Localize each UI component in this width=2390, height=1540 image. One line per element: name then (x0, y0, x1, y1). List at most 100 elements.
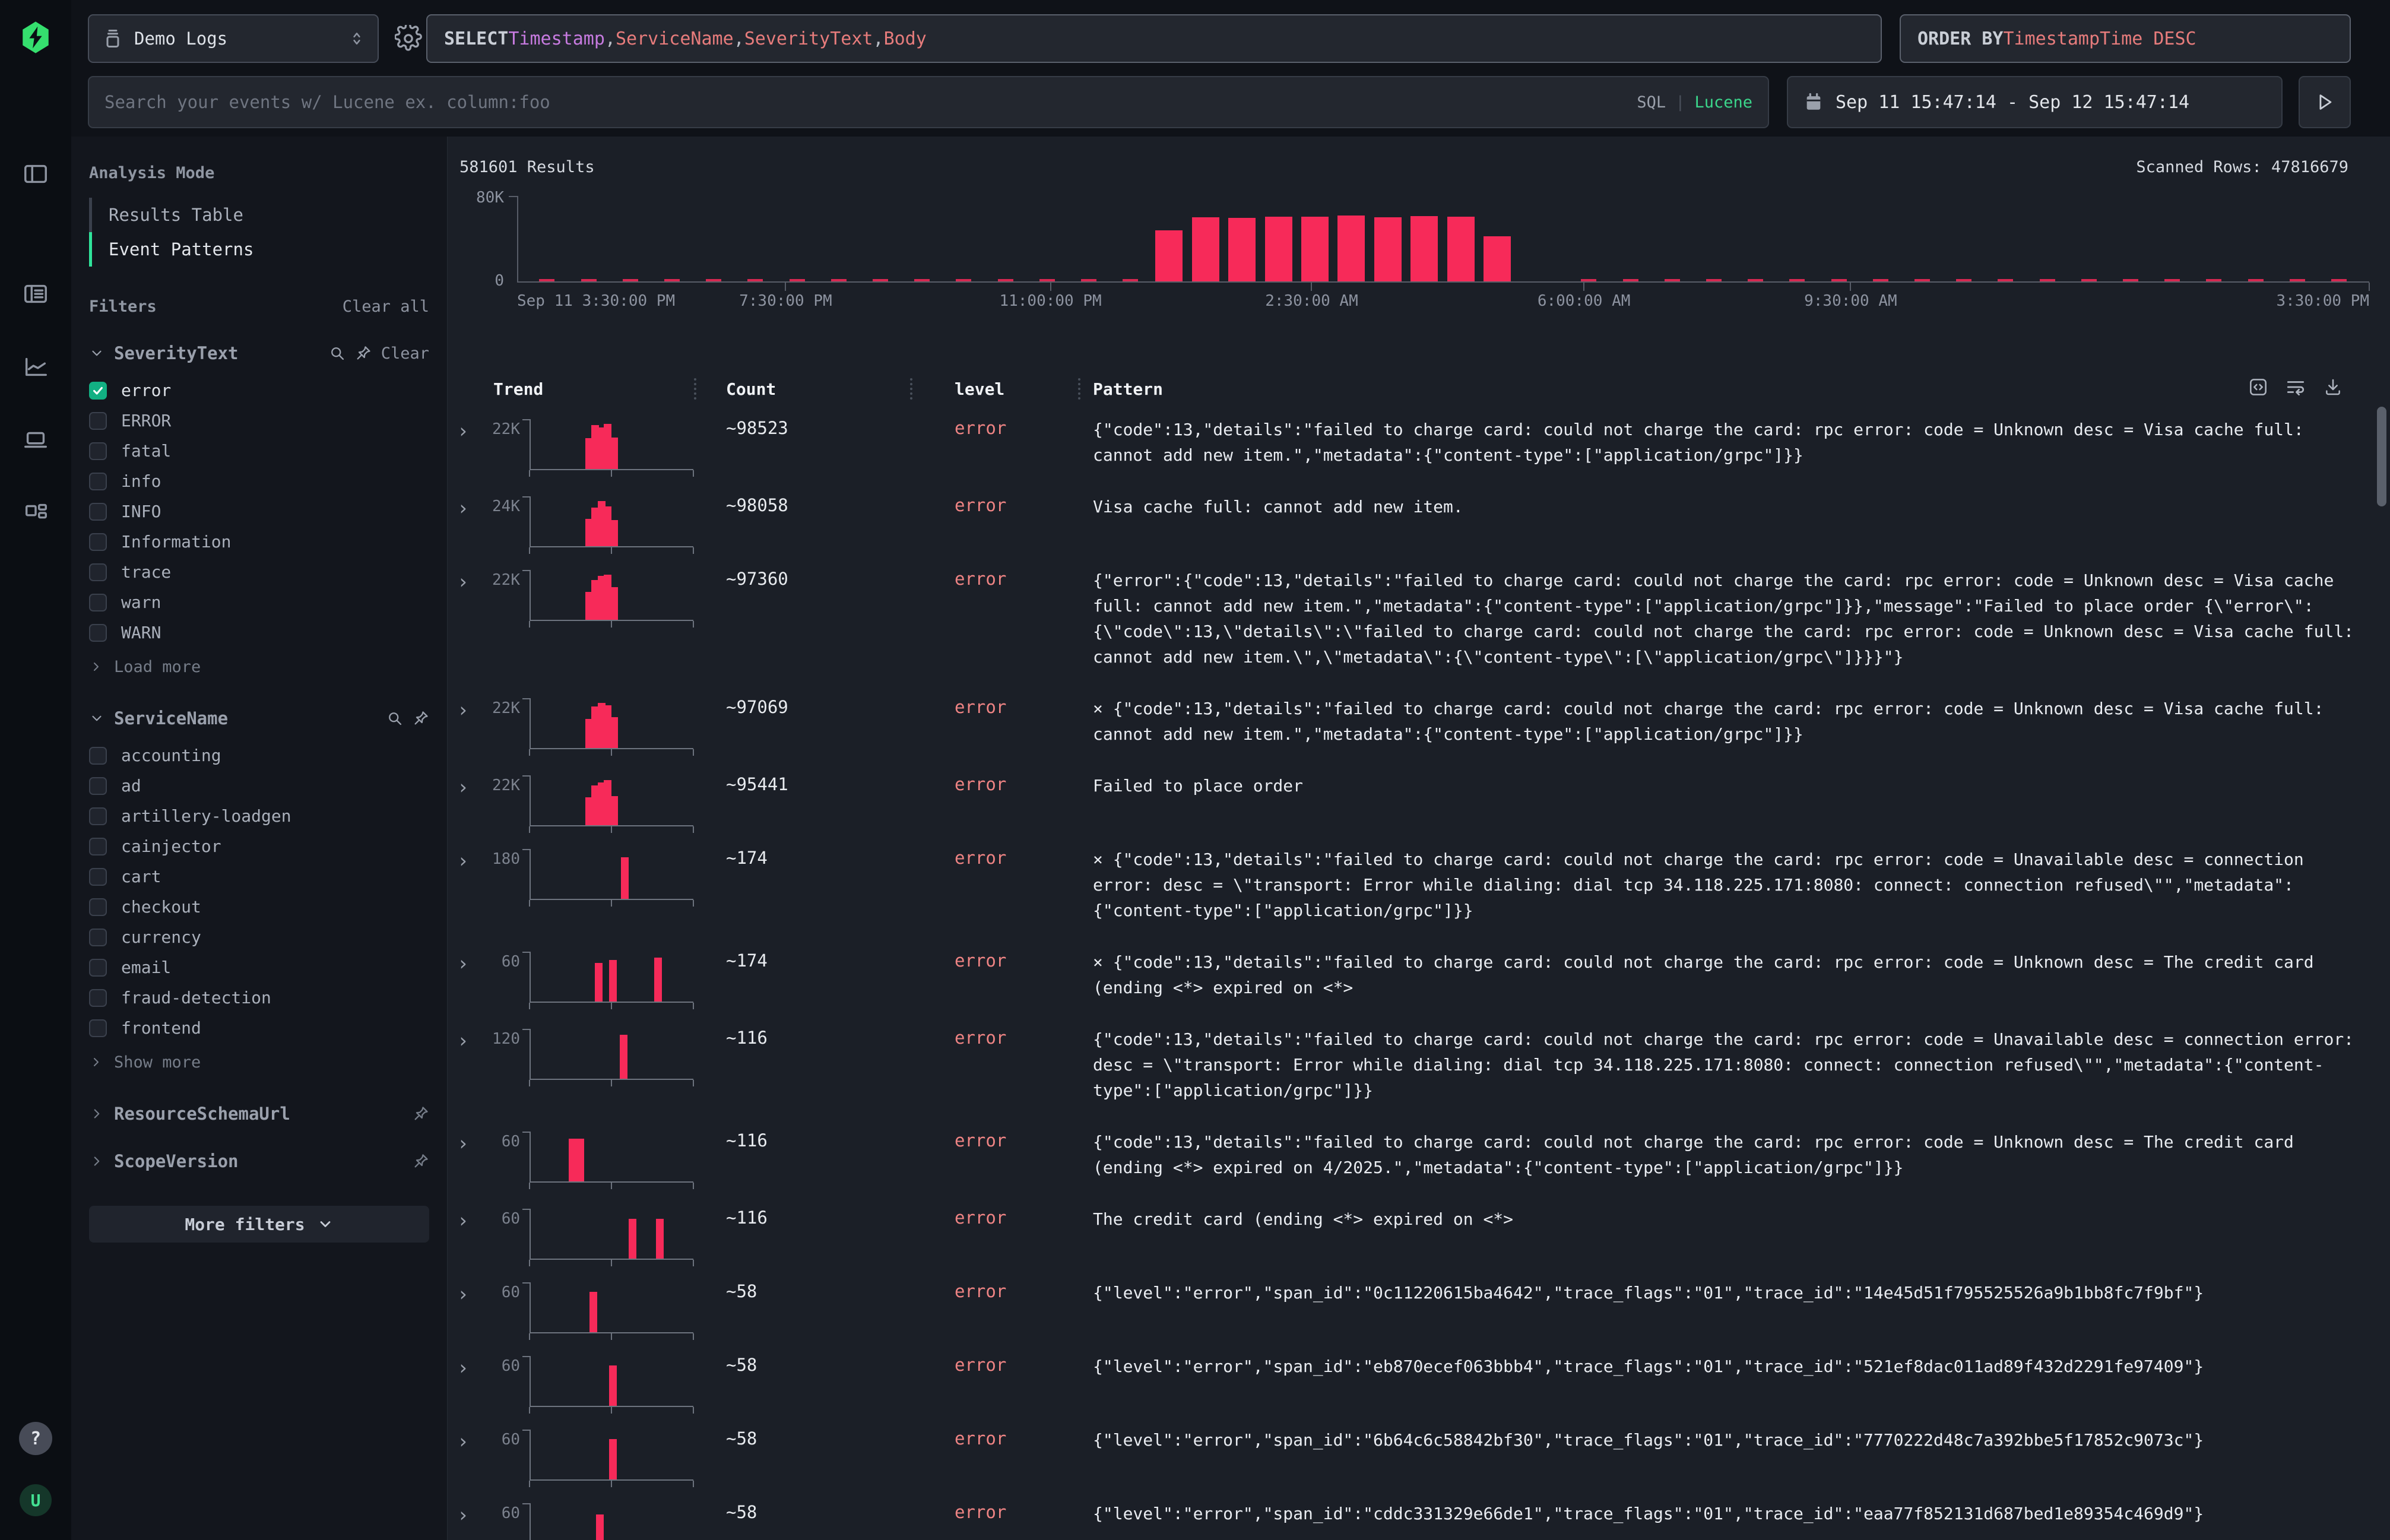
histogram-bar[interactable] (1265, 217, 1292, 281)
download-icon[interactable] (2324, 378, 2343, 397)
filter-option[interactable]: INFO (89, 496, 429, 527)
pin-icon[interactable] (413, 1153, 429, 1170)
histogram-bar[interactable] (1228, 218, 1256, 281)
row-expand-chevron-icon[interactable]: › (457, 1029, 469, 1052)
checkbox[interactable] (89, 563, 107, 581)
chevron-right-icon[interactable] (89, 1055, 103, 1069)
filter-option[interactable]: Information (89, 527, 429, 557)
logs-search-icon[interactable] (0, 273, 71, 315)
row-expand-chevron-icon[interactable]: › (457, 1430, 469, 1453)
row-expand-chevron-icon[interactable]: › (457, 419, 469, 442)
dashboards-icon[interactable] (0, 492, 71, 534)
filter-option[interactable]: accounting (89, 740, 429, 771)
filter-group-name[interactable]: ServiceName (114, 708, 228, 728)
app-logo[interactable] (0, 17, 71, 58)
search-icon[interactable] (329, 345, 345, 362)
table-row[interactable]: ›24K~98058errorVisa cache full: cannot a… (448, 488, 2370, 562)
row-expand-chevron-icon[interactable]: › (457, 849, 469, 872)
row-expand-chevron-icon[interactable]: › (457, 1209, 469, 1232)
run-query-button[interactable] (2299, 76, 2351, 128)
row-expand-chevron-icon[interactable]: › (457, 1356, 469, 1379)
chevron-right-icon[interactable] (89, 1154, 104, 1169)
filter-option[interactable]: trace (89, 557, 429, 587)
order-by-input[interactable]: ORDER BY TimestampTime DESC (1900, 14, 2351, 63)
time-range-picker[interactable]: Sep 11 15:47:14 - Sep 12 15:47:14 (1787, 76, 2283, 128)
histogram-bar[interactable] (1484, 236, 1511, 281)
checkbox[interactable] (89, 624, 107, 642)
table-row[interactable]: ›22K~95441errorFailed to place order (448, 767, 2370, 841)
checkbox[interactable] (89, 898, 107, 916)
checkbox[interactable] (89, 594, 107, 611)
table-row[interactable]: ›60~58error{"level":"error","span_id":"0… (448, 1274, 2370, 1348)
histogram-bar[interactable] (1155, 230, 1183, 281)
filter-option[interactable]: fraud-detection (89, 983, 429, 1013)
chevron-right-icon[interactable] (89, 1106, 104, 1121)
select-query-input[interactable]: SELECT Timestamp, ServiceName, SeverityT… (426, 14, 1882, 63)
checkbox[interactable] (89, 989, 107, 1007)
source-settings-button[interactable] (395, 25, 422, 55)
row-expand-chevron-icon[interactable]: › (457, 952, 469, 975)
filter-option[interactable]: WARN (89, 617, 429, 648)
checkbox[interactable] (89, 412, 107, 430)
filter-option[interactable]: info (89, 466, 429, 496)
col-header-pattern[interactable]: Pattern (1093, 379, 1163, 399)
tab-results-table[interactable]: Results Table (89, 198, 429, 232)
row-expand-chevron-icon[interactable]: › (457, 775, 469, 798)
events-histogram[interactable]: 80K 0 (517, 196, 2369, 283)
code-view-icon[interactable] (2249, 378, 2268, 397)
chart-explorer-icon[interactable] (0, 346, 71, 388)
checkbox[interactable] (89, 959, 107, 977)
collapsed-group-resourceschemaurl[interactable]: ResourceSchemaUrl (89, 1104, 429, 1124)
filter-option[interactable]: ad (89, 771, 429, 801)
checkbox[interactable] (89, 838, 107, 855)
checkbox[interactable] (89, 442, 107, 460)
histogram-bar[interactable] (1337, 216, 1365, 281)
help-button[interactable]: ? (0, 1418, 71, 1459)
chevron-right-icon[interactable] (89, 660, 103, 674)
chevron-down-icon[interactable] (89, 346, 104, 361)
table-row[interactable]: ›60~58error{"level":"error","span_id":"e… (448, 1348, 2370, 1421)
filter-option[interactable]: artillery-loadgen (89, 801, 429, 831)
checkbox[interactable] (89, 777, 107, 795)
filter-option[interactable]: email (89, 952, 429, 983)
checkbox[interactable] (89, 747, 107, 765)
lang-lucene-button[interactable]: Lucene (1694, 93, 1752, 112)
pin-icon[interactable] (413, 710, 429, 727)
vertical-scrollbar[interactable] (2377, 407, 2386, 506)
row-expand-chevron-icon[interactable]: › (457, 1282, 469, 1305)
checkbox[interactable] (89, 807, 107, 825)
column-resize-handle[interactable] (1078, 378, 1080, 400)
checkbox[interactable] (89, 533, 107, 551)
col-header-level[interactable]: level (955, 379, 1004, 399)
source-select[interactable]: Demo Logs (88, 14, 379, 63)
checkbox[interactable] (89, 382, 107, 400)
column-resize-handle[interactable] (910, 378, 912, 400)
chevron-down-icon[interactable] (89, 711, 104, 726)
sidebar-toggle-icon[interactable] (0, 153, 71, 195)
more-filters-button[interactable]: More filters (89, 1206, 429, 1243)
lang-sql-button[interactable]: SQL (1637, 93, 1666, 112)
table-row[interactable]: ›60~116error{"code":13,"details":"failed… (448, 1123, 2370, 1200)
filter-option[interactable]: cart (89, 861, 429, 892)
table-row[interactable]: ›22K~98523error{"code":13,"details":"fai… (448, 411, 2370, 488)
filter-option[interactable]: error (89, 375, 429, 405)
filter-option[interactable]: fatal (89, 436, 429, 466)
table-row[interactable]: ›120~116error{"code":13,"details":"faile… (448, 1021, 2370, 1123)
table-row[interactable]: ›180~174error× {"code":13,"details":"fai… (448, 841, 2370, 943)
histogram-bar[interactable] (1301, 217, 1329, 281)
clear-filter-button[interactable]: Clear (381, 344, 429, 363)
checkbox[interactable] (89, 1019, 107, 1037)
col-header-trend[interactable]: Trend (493, 379, 543, 399)
search-input[interactable]: Search your events w/ Lucene ex. column:… (88, 76, 1769, 128)
user-avatar[interactable]: U (0, 1479, 71, 1521)
histogram-bar[interactable] (1410, 216, 1438, 281)
filter-option[interactable]: checkout (89, 892, 429, 922)
row-expand-chevron-icon[interactable]: › (457, 1503, 469, 1526)
collapsed-group-name[interactable]: ScopeVersion (114, 1151, 403, 1171)
search-icon[interactable] (386, 710, 403, 727)
row-expand-chevron-icon[interactable]: › (457, 698, 469, 721)
show-more-button[interactable]: Show more (89, 1048, 429, 1076)
histogram-bar[interactable] (1447, 217, 1475, 281)
table-row[interactable]: ›60~58error{"level":"error","span_id":"6… (448, 1421, 2370, 1495)
histogram-bar[interactable] (1192, 217, 1219, 281)
